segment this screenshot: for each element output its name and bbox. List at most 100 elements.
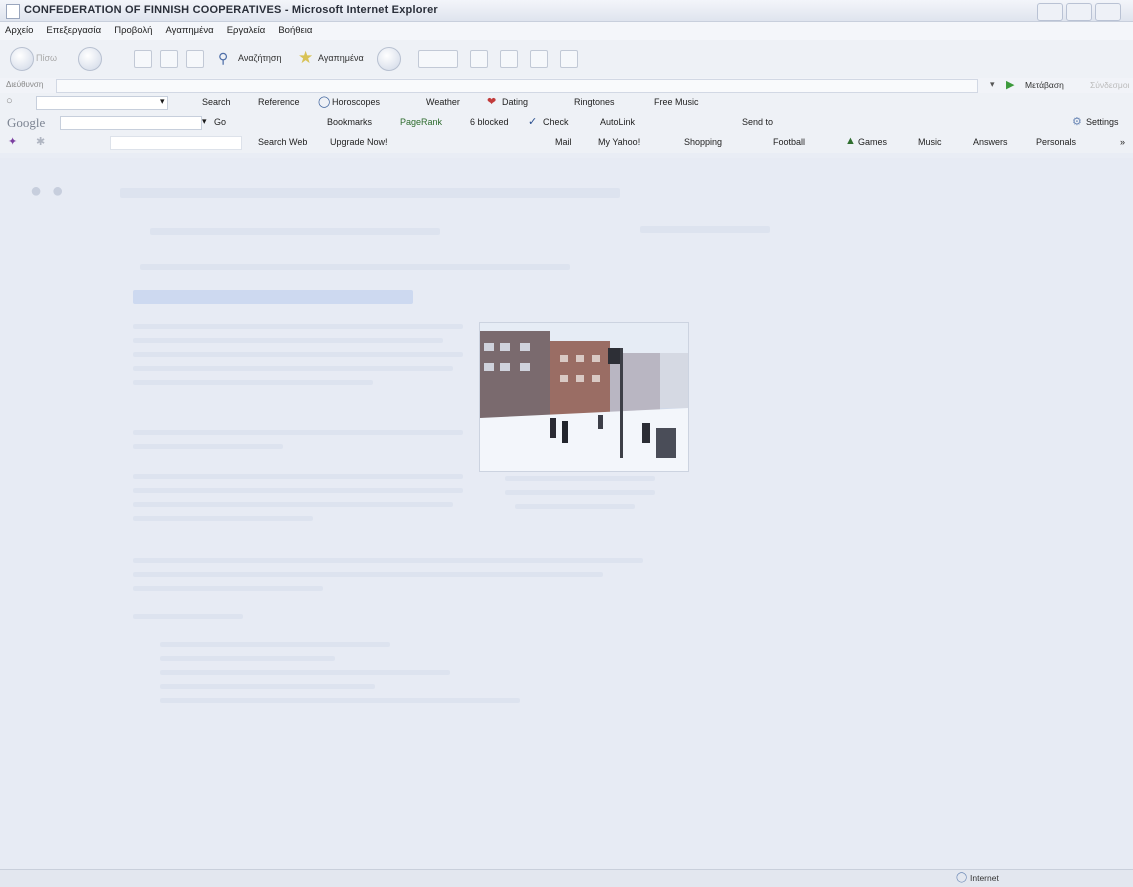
- minimize-button[interactable]: [1037, 3, 1063, 21]
- back-button[interactable]: [10, 47, 34, 71]
- security-zone: Internet: [970, 873, 999, 883]
- google-dropdown-icon[interactable]: ▾: [202, 116, 207, 127]
- paragraph-line: [133, 380, 373, 385]
- menu-edit[interactable]: Επεξεργασία: [41, 22, 106, 36]
- google-logo: Google: [7, 115, 46, 130]
- spellcheck-icon: ✓: [528, 116, 538, 128]
- search-icon[interactable]: ⚲: [218, 50, 228, 67]
- list-item: [160, 684, 375, 689]
- menu-view[interactable]: Προβολή: [109, 22, 157, 36]
- address-label: Διεύθυνση: [6, 80, 44, 89]
- yahoo-search-input[interactable]: [110, 136, 242, 150]
- paragraph-line: [133, 366, 453, 371]
- navigation-toolbar: Πίσω ⚲ Αναζήτηση ★ Αγαπημένα: [0, 40, 1133, 78]
- print-button[interactable]: [500, 50, 518, 68]
- history-button[interactable]: [377, 47, 401, 71]
- yahoo-games[interactable]: Games: [858, 137, 887, 147]
- toolbar-overflow-chevron[interactable]: »: [1120, 137, 1125, 147]
- toolbar-ringtones[interactable]: Ringtones: [574, 97, 615, 107]
- back-label: Πίσω: [36, 53, 58, 63]
- site-logo: ● ●: [30, 180, 66, 202]
- paragraph-line: [133, 558, 643, 563]
- yahoo-personals[interactable]: Personals: [1036, 137, 1076, 147]
- paragraph-line: [133, 614, 243, 619]
- address-bar: Διεύθυνση ▾ ▶ Μετάβαση Σύνδεσμοι: [0, 78, 1133, 93]
- page-heading: [133, 290, 413, 304]
- google-settings[interactable]: Settings: [1086, 117, 1119, 127]
- paragraph-line: [133, 338, 443, 343]
- paragraph-line: [133, 352, 463, 357]
- close-button[interactable]: [1095, 3, 1121, 21]
- status-bar: ◯ Internet: [0, 869, 1133, 887]
- winter-street-photo: [479, 322, 689, 472]
- toolbar-weather[interactable]: Weather: [426, 97, 460, 107]
- google-pagerank[interactable]: PageRank: [400, 117, 442, 127]
- toolbar-horoscopes[interactable]: Horoscopes: [332, 97, 380, 107]
- google-search-input[interactable]: [60, 116, 202, 130]
- forward-button[interactable]: [78, 47, 102, 71]
- edit-button[interactable]: [530, 50, 548, 68]
- yahoo-football[interactable]: Football: [773, 137, 805, 147]
- google-autolink[interactable]: AutoLink: [600, 117, 635, 127]
- yahoo-answers[interactable]: Answers: [973, 137, 1008, 147]
- dating-heart-icon: ❤: [487, 96, 497, 108]
- google-popups-blocked[interactable]: 6 blocked: [470, 117, 509, 127]
- list-item: [160, 656, 335, 661]
- address-input[interactable]: [56, 79, 978, 93]
- header-faint-nav-2: [140, 264, 570, 270]
- toolbar-reference[interactable]: Reference: [258, 97, 300, 107]
- menu-file[interactable]: Αρχείο: [0, 22, 38, 36]
- window-title: CONFEDERATION OF FINNISH COOPERATIVES - …: [24, 4, 438, 16]
- google-send-to[interactable]: Send to: [742, 117, 773, 127]
- google-check[interactable]: Check: [543, 117, 569, 127]
- menu-favorites[interactable]: Αγαπημένα: [160, 22, 218, 36]
- toolbar-logo-icon: ○: [6, 95, 13, 107]
- refresh-button[interactable]: [160, 50, 178, 68]
- google-bookmarks[interactable]: Bookmarks: [327, 117, 372, 127]
- title-bar: CONFEDERATION OF FINNISH COOPERATIVES - …: [0, 0, 1133, 22]
- search-label[interactable]: Αναζήτηση: [238, 53, 281, 63]
- header-faint-right: [640, 226, 770, 233]
- toolbar-dating[interactable]: Dating: [502, 97, 528, 107]
- menu-bar: Αρχείο Επεξεργασία Προβολή Αγαπημένα Εργ…: [0, 22, 1133, 40]
- paragraph-line: [133, 502, 453, 507]
- yahoo-shopping[interactable]: Shopping: [684, 137, 722, 147]
- paragraph-line: [133, 488, 463, 493]
- messenger-button[interactable]: [560, 50, 578, 68]
- stop-button[interactable]: [134, 50, 152, 68]
- menu-tools[interactable]: Εργαλεία: [222, 22, 271, 36]
- paragraph-line: [133, 572, 603, 577]
- media-button[interactable]: [418, 50, 458, 68]
- toolbar-search-input[interactable]: [36, 96, 168, 110]
- photo-caption-line: [515, 504, 635, 509]
- google-go-button[interactable]: Go: [214, 117, 226, 127]
- paragraph-line: [133, 474, 463, 479]
- list-item: [160, 642, 390, 647]
- page-content: ● ●: [0, 158, 1133, 869]
- home-button[interactable]: [186, 50, 204, 68]
- favorites-label[interactable]: Αγαπημένα: [318, 53, 364, 63]
- yahoo-upgrade-now[interactable]: Upgrade Now!: [330, 137, 388, 147]
- toolbar-free-music[interactable]: Free Music: [654, 97, 699, 107]
- toolbar-search[interactable]: Search: [202, 97, 231, 107]
- games-icon: ▲: [845, 135, 856, 147]
- list-item: [160, 698, 520, 703]
- search-dropdown-icon[interactable]: ▾: [160, 96, 165, 107]
- yahoo-my-yahoo[interactable]: My Yahoo!: [598, 137, 640, 147]
- internet-zone-icon: ◯: [956, 872, 968, 883]
- links-label[interactable]: Σύνδεσμοι: [1090, 80, 1129, 90]
- address-dropdown-icon[interactable]: ▾: [990, 79, 995, 90]
- go-arrow-icon[interactable]: ▶: [1006, 78, 1014, 91]
- yahoo-search-web[interactable]: Search Web: [258, 137, 307, 147]
- favorites-star-icon[interactable]: ★: [298, 48, 313, 68]
- yahoo-music[interactable]: Music: [918, 137, 942, 147]
- search-toolbar: ○ ▾ Search Reference ◯ Horoscopes Weathe…: [0, 93, 1133, 113]
- yahoo-mail[interactable]: Mail: [555, 137, 572, 147]
- mail-button[interactable]: [470, 50, 488, 68]
- paragraph-line: [133, 324, 463, 329]
- menu-help[interactable]: Βοήθεια: [273, 22, 317, 36]
- header-faint-nav: [150, 228, 440, 235]
- settings-icon: ⚙: [1072, 116, 1082, 128]
- maximize-button[interactable]: [1066, 3, 1092, 21]
- go-button[interactable]: Μετάβαση: [1025, 80, 1064, 90]
